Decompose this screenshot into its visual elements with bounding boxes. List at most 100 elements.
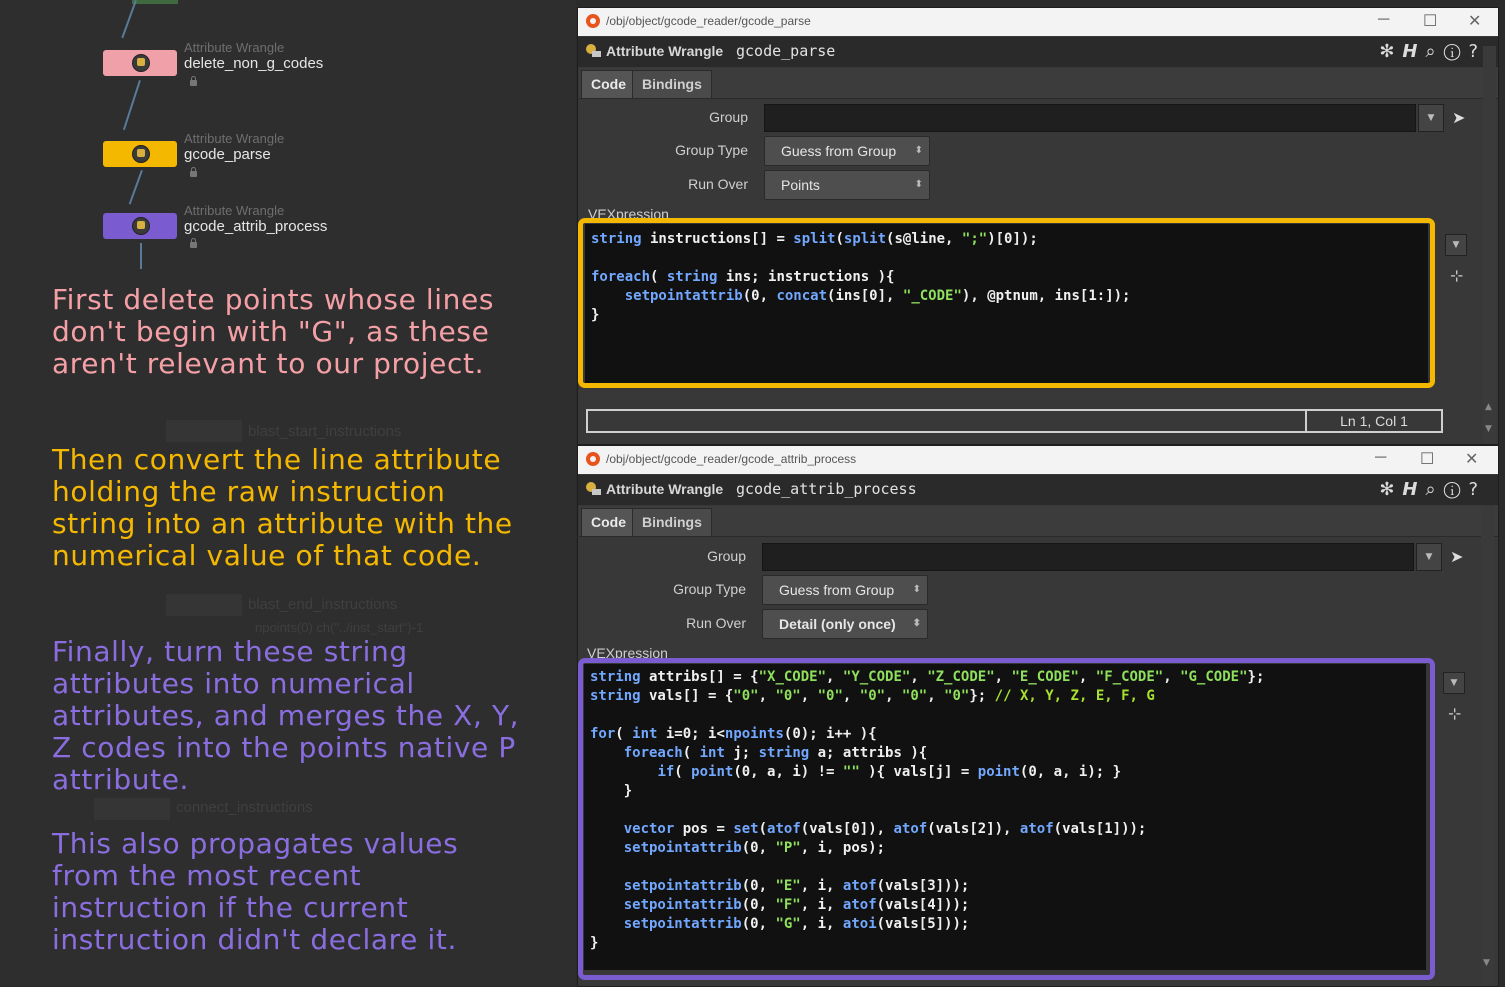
node-gcode-attrib-process[interactable] [103, 213, 177, 239]
note-merge: Finally, turn these string attributes in… [52, 635, 520, 796]
lock-icon[interactable] [190, 167, 197, 177]
ghost-expression: npoints(0) ch("../inst_start")-1 [255, 620, 424, 635]
window-path: /obj/object/gcode_reader/gcode_attrib_pr… [606, 452, 857, 466]
group-type-menu[interactable]: Guess from Group ⬍ [762, 575, 928, 605]
settings-gear-icon[interactable]: ✻ [1379, 479, 1402, 500]
minimize-button[interactable]: ─ [1378, 11, 1389, 29]
run-over-label: Run Over [688, 176, 748, 192]
expand-icon[interactable]: ⊹ [1450, 266, 1463, 285]
node-delete-non-g-codes[interactable] [103, 50, 177, 76]
wire [122, 80, 141, 131]
ghost-node-label: blast_end_instructions [248, 596, 398, 613]
question-icon[interactable]: ? [1468, 479, 1486, 500]
menu-arrow-icon: ⬍ [912, 584, 921, 595]
run-over-value: Detail (only once) [779, 616, 896, 632]
group-label: Group [707, 548, 746, 564]
node-toolbar: Attribute Wrangle gcode_parse ✻H⌕ⓘ? [578, 37, 1498, 67]
node-type: Attribute Wrangle [606, 43, 724, 59]
ghost-node-label: blast_start_instructions [248, 423, 402, 440]
node-name-label[interactable]: gcode_attrib_process [184, 218, 327, 235]
houdini-logo-icon [586, 452, 600, 466]
expand-icon[interactable]: ⊹ [1448, 704, 1461, 723]
info-icon[interactable]: ⓘ [1444, 41, 1469, 62]
tab-bindings[interactable]: Bindings [632, 70, 712, 98]
window-path: /obj/object/gcode_reader/gcode_parse [606, 14, 811, 28]
close-button[interactable]: ✕ [1468, 11, 1481, 31]
maximize-button[interactable]: ☐ [1420, 449, 1434, 469]
node-inputs [113, 133, 161, 148]
highlight-frame [578, 658, 1435, 980]
note-delete: First delete points whose lines don't be… [52, 283, 495, 380]
parameter-pane-gcode-attrib-process: /obj/object/gcode_reader/gcode_attrib_pr… [577, 445, 1499, 987]
node-inputs [113, 206, 161, 221]
wire [140, 243, 142, 269]
wrangle-icon [586, 44, 601, 57]
ghost-node [94, 798, 170, 820]
toolbar-icons: ✻H⌕ⓘ? [1379, 479, 1486, 500]
node-name-label[interactable]: delete_non_g_codes [184, 55, 323, 72]
wire [128, 170, 143, 205]
run-over-value: Points [781, 177, 820, 193]
note-convert: Then convert the line attribute holding … [52, 443, 513, 572]
group-type-value: Guess from Group [781, 143, 897, 159]
node-toolbar: Attribute Wrangle gcode_attrib_process ✻… [578, 475, 1498, 505]
group-field[interactable] [764, 104, 1416, 132]
menu-arrow-icon: ⬍ [914, 179, 923, 190]
menu-arrow-icon: ⬍ [912, 618, 921, 629]
node-name-field[interactable]: gcode_parse [736, 42, 835, 60]
search-icon[interactable]: ⌕ [1426, 41, 1444, 62]
settings-gear-icon[interactable]: ✻ [1379, 41, 1402, 62]
pane-scrollbar[interactable]: ▲ ▼ [1483, 46, 1496, 444]
run-over-menu[interactable]: Points ⬍ [764, 170, 930, 200]
select-arrow-icon[interactable]: ➤ [1452, 108, 1465, 127]
info-icon[interactable]: ⓘ [1444, 479, 1469, 500]
parm-tabs: Code Bindings [579, 506, 1498, 537]
window-titlebar[interactable]: /obj/object/gcode_reader/gcode_parse ─ ☐… [578, 8, 1498, 36]
group-label: Group [709, 109, 748, 125]
scroll-down-icon[interactable]: ▼ [1483, 958, 1490, 968]
group-type-menu[interactable]: Guess from Group ⬍ [764, 136, 930, 166]
search-icon[interactable]: ⌕ [1426, 479, 1444, 500]
wrangle-icon [132, 217, 150, 235]
toolbar-icons: ✻H⌕ⓘ? [1379, 41, 1486, 62]
tab-bindings[interactable]: Bindings [632, 508, 712, 536]
window-titlebar[interactable]: /obj/object/gcode_reader/gcode_attrib_pr… [578, 446, 1498, 474]
tab-code[interactable]: Code [581, 70, 636, 98]
wrangle-icon [132, 145, 150, 163]
expand-dropdown-icon[interactable]: ▼ [1445, 234, 1467, 256]
minimize-button[interactable]: ─ [1375, 449, 1386, 467]
group-dropdown-arrow-icon[interactable]: ▼ [1418, 104, 1444, 132]
node-type-label: Attribute Wrangle [184, 203, 285, 218]
maximize-button[interactable]: ☐ [1423, 11, 1437, 31]
select-arrow-icon[interactable]: ➤ [1450, 547, 1463, 566]
menu-arrow-icon: ⬍ [914, 145, 923, 156]
node-inputs [113, 43, 161, 58]
node-stub [132, 0, 178, 4]
lock-icon[interactable] [190, 238, 197, 248]
ghost-node-label: connect_instructions [176, 799, 313, 816]
help-h-icon[interactable]: H [1402, 41, 1425, 62]
close-button[interactable]: ✕ [1465, 449, 1478, 469]
group-field[interactable] [762, 543, 1414, 571]
node-name-label[interactable]: gcode_parse [184, 146, 271, 163]
wrangle-icon [586, 482, 601, 495]
scroll-down-icon[interactable]: ▼ [1485, 424, 1492, 434]
scroll-up-icon[interactable]: ▲ [1485, 402, 1492, 412]
ghost-node [166, 594, 242, 616]
tab-code[interactable]: Code [581, 508, 636, 536]
ghost-node [166, 420, 242, 442]
parm-tabs: Code Bindings [579, 68, 1498, 99]
help-h-icon[interactable]: H [1402, 479, 1425, 500]
highlight-frame [578, 218, 1435, 388]
expand-dropdown-icon[interactable]: ▼ [1443, 672, 1465, 694]
node-type-label: Attribute Wrangle [184, 131, 285, 146]
pane-scrollbar[interactable]: ▼ [1481, 506, 1494, 986]
group-dropdown-arrow-icon[interactable]: ▼ [1416, 543, 1442, 571]
run-over-label: Run Over [686, 615, 746, 631]
node-type: Attribute Wrangle [606, 481, 724, 497]
node-name-field[interactable]: gcode_attrib_process [736, 480, 917, 498]
node-gcode-parse[interactable] [103, 141, 177, 167]
run-over-menu[interactable]: Detail (only once) ⬍ [762, 609, 928, 639]
lock-icon[interactable] [190, 76, 197, 86]
wire [121, 0, 137, 39]
